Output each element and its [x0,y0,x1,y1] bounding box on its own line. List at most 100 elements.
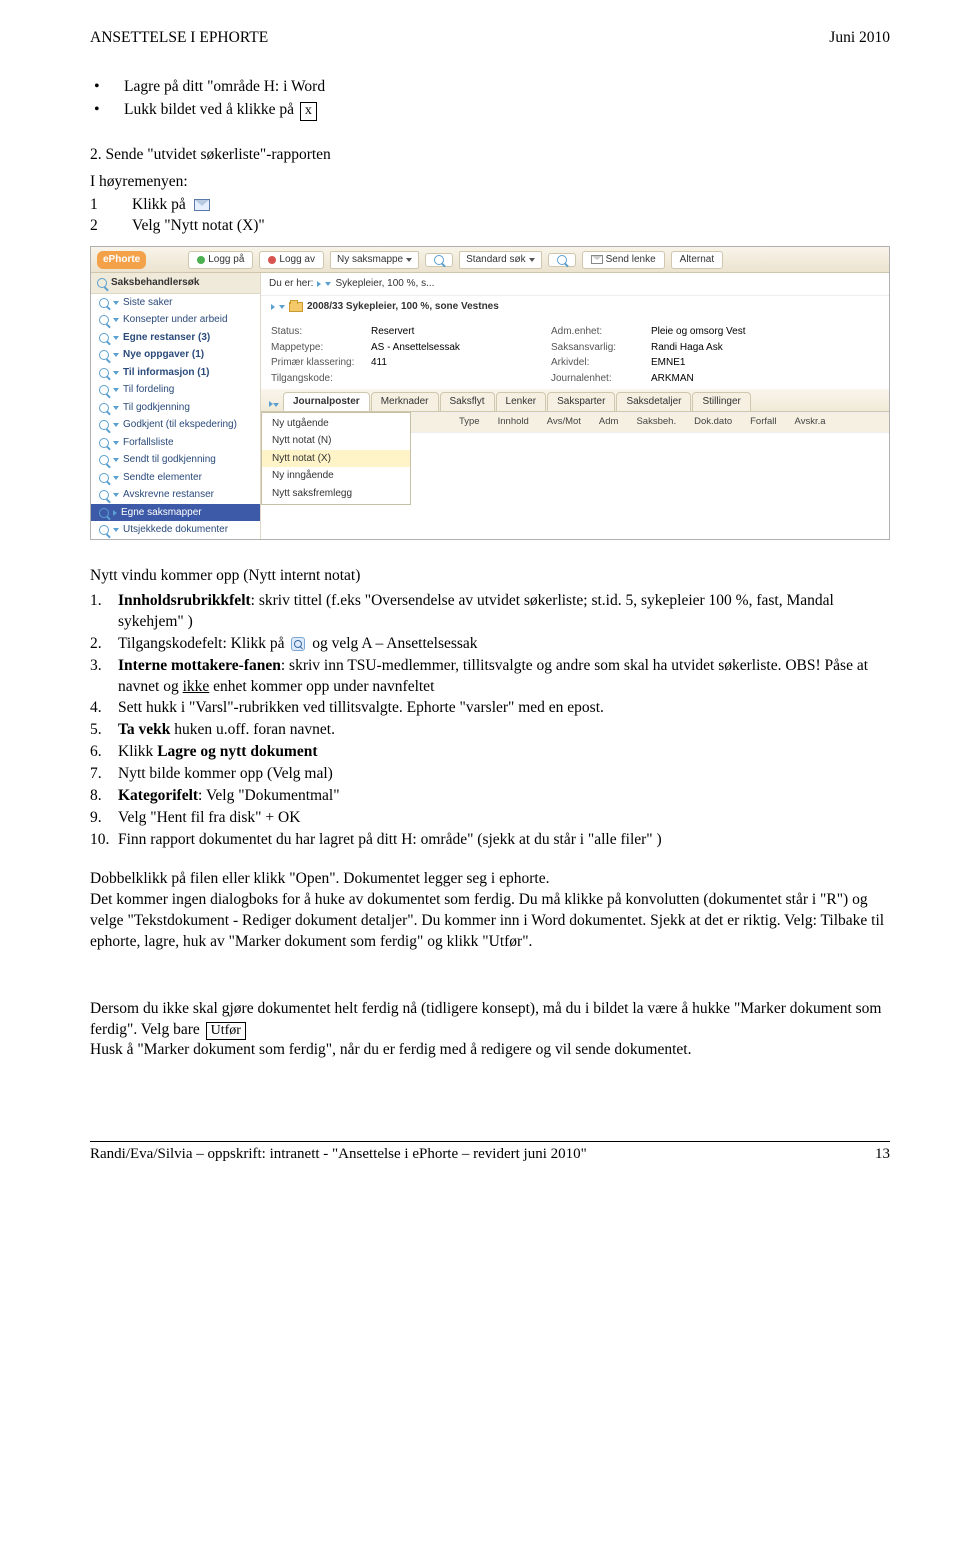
search-button[interactable] [425,253,453,267]
sidebar-item[interactable]: Godkjent (til ekspedering) [91,416,260,434]
menu-item[interactable]: Ny utgående [262,415,410,433]
doc-header-left: ANSETTELSE I EPHORTE [90,28,268,49]
paragraph: Dersom du ikke skal gjøre dokumentet hel… [90,999,890,1041]
ol-num: 3. [90,656,118,698]
btn-label: Alternat [680,253,714,267]
tab-journalposter[interactable]: Journalposter [283,392,370,411]
sidebar-item-label: Utsjekkede dokumenter [123,523,228,537]
sidebar-title: Saksbehandlersøk [111,276,199,290]
tab-stillinger[interactable]: Stillinger [692,392,750,411]
ol-body: Finn rapport dokumentet du har lagret på… [118,830,890,851]
ol-num: 6. [90,742,118,763]
chevron-down-icon [325,282,331,286]
chevron-down-icon [113,336,119,340]
standard-sok-select[interactable]: Standard søk [459,251,541,269]
tab-lenker[interactable]: Lenker [496,392,547,411]
tab-saksflyt[interactable]: Saksflyt [440,392,495,411]
section-intro: I høyremenyen: [90,172,890,193]
chevron-down-icon [113,406,119,410]
sidebar-item[interactable]: Egne restanser (3) [91,329,260,347]
th: Dok.dato [694,416,732,429]
alternat-button[interactable]: Alternat [671,251,723,269]
ny-saksmappe-select[interactable]: Ny saksmappe [330,251,419,269]
search-icon [99,525,109,535]
sidebar-item[interactable]: Konsepter under arbeid [91,311,260,329]
th: Forfall [750,416,776,429]
sidebar-item[interactable]: Forfallsliste [91,434,260,452]
sidebar-item[interactable]: Siste saker [91,294,260,312]
sidebar-item[interactable]: Avskrevne restanser [91,486,260,504]
folder-icon [289,302,303,312]
search-button[interactable] [548,253,576,267]
sidebar-item[interactable]: Nye oppgaver (1) [91,346,260,364]
search-icon [99,403,109,413]
breadcrumb-value[interactable]: Sykepleier, 100 %, s... [335,277,434,291]
mail-icon [194,199,210,211]
tab-saksdetaljer[interactable]: Saksdetaljer [616,392,691,411]
select-label: Ny saksmappe [337,253,403,267]
logg-av-button[interactable]: Logg av [259,251,324,269]
meta-label: Status: [271,325,371,339]
chevron-down-icon [113,353,119,357]
sidebar-item[interactable]: Til informasjon (1) [91,364,260,382]
chevron-right-icon [113,510,117,516]
search-icon [99,438,109,448]
menu-item[interactable]: Ny inngående [262,467,410,485]
tab-saksparter[interactable]: Saksparter [547,392,615,411]
search-icon [99,420,109,430]
chevron-down-icon [273,403,279,407]
tab-merknader[interactable]: Merknader [371,392,439,411]
ol-body: Interne mottakere-fanen: skriv inn TSU-m… [118,656,890,698]
step-text-fragment: Klikk på [132,196,186,213]
meta-label: Saksansvarlig: [551,341,651,355]
ol-body: Tilgangskodefelt: Klikk på og velg A – A… [118,634,890,655]
main-numbered-list: 1.Innholdsrubrikkfelt: skriv tittel (f.e… [90,591,890,851]
breadcrumb-label: Du er her: [269,277,313,291]
main-panel: Du er her: Sykepleier, 100 %, s... 2008/… [261,273,889,539]
sidebar-item[interactable]: Sendt til godkjenning [91,451,260,469]
logo-text: ePhorte [103,254,140,265]
sidebar-item-label: Egne saksmapper [121,506,202,520]
menu-item[interactable]: Nytt saksfremlegg [262,485,410,503]
sidebar-item-label: Til godkjenning [123,401,190,415]
logg-pa-button[interactable]: Logg på [188,251,253,269]
th: Saksbeh. [636,416,676,429]
th: Innhold [498,416,529,429]
sidebar-item[interactable]: Til fordeling [91,381,260,399]
meta-label: Journalenhet: [551,372,651,386]
sidebar-item[interactable]: Sendte elementer [91,469,260,487]
paragraph: Husk å "Marker dokument som ferdig", når… [90,1040,890,1061]
app-toolbar: ePhorte Logg på Logg av Ny saksmappe Sta… [91,247,889,273]
search-icon [291,637,305,651]
chevron-down-icon [113,493,119,497]
meta-value: 411 [371,356,551,370]
chevron-right-icon [271,304,275,310]
search-icon [99,508,109,518]
sidebar-item[interactable]: Til godkjenning [91,399,260,417]
menu-item-selected[interactable]: Nytt notat (X) [262,450,410,468]
top-bullet-list: • Lagre på ditt "område H: i Word • Lukk… [94,77,890,121]
mail-icon [591,255,603,264]
meta-label: Mappetype: [271,341,371,355]
case-folder-row[interactable]: 2008/33 Sykepleier, 100 %, sone Vestnes [271,296,889,316]
meta-value: EMNE1 [651,356,811,370]
search-icon [99,298,109,308]
ol-body: Innholdsrubrikkfelt: skriv tittel (f.eks… [118,591,890,633]
ol-body: Ta vekk huken u.off. foran navnet. [118,720,890,741]
select-label: Standard søk [466,253,525,267]
section-heading: 2. Sende "utvidet søkerliste"-rapporten [90,145,890,166]
footer-left: Randi/Eva/Silvia – oppskrift: intranett … [90,1144,587,1164]
close-x-box: x [300,102,317,121]
sidebar-item[interactable]: Utsjekkede dokumenter [91,521,260,539]
sidebar-item-label: Til informasjon (1) [123,367,210,378]
sidebar-item-label: Nye oppgaver (1) [123,349,204,360]
send-lenke-button[interactable]: Send lenke [582,251,665,269]
search-icon [99,368,109,378]
chevron-down-icon [113,423,119,427]
search-icon [99,333,109,343]
menu-item[interactable]: Nytt notat (N) [262,432,410,450]
chevron-down-icon [113,371,119,375]
chevron-down-icon [113,476,119,480]
sidebar-item-selected[interactable]: Egne saksmapper [91,504,260,522]
context-menu: Ny utgående Nytt notat (N) Nytt notat (X… [261,412,411,506]
